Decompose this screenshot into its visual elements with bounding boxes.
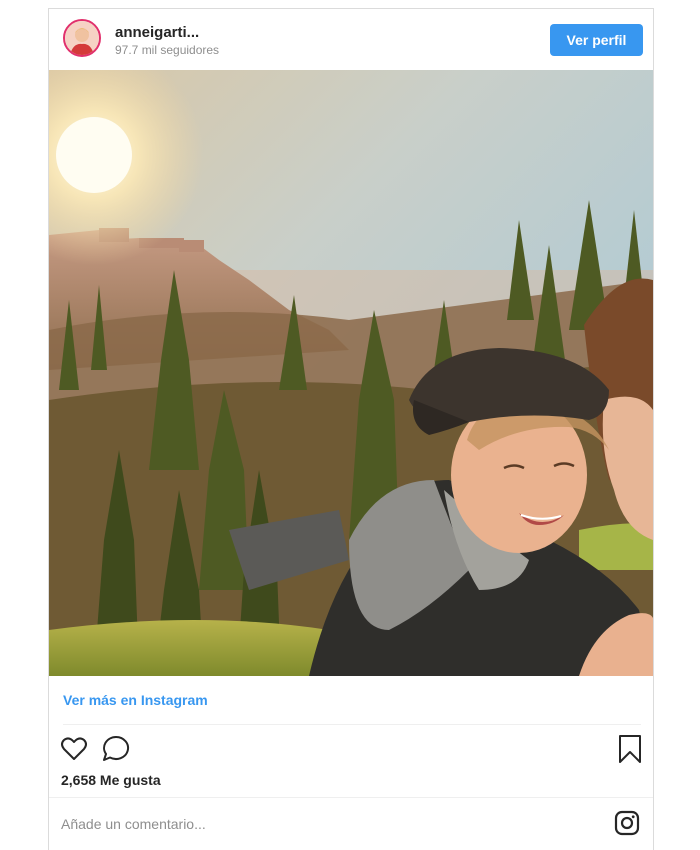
post-header: anneigarti... 97.7 mil seguidores Ver pe… <box>49 9 653 71</box>
view-profile-button[interactable]: Ver perfil <box>550 24 643 56</box>
comment-bubble-icon[interactable] <box>101 734 131 764</box>
post-photo[interactable] <box>49 70 653 676</box>
bookmark-icon[interactable] <box>615 734 645 764</box>
instagram-logo-icon[interactable] <box>614 810 640 836</box>
comment-input[interactable]: Añade un comentario... <box>61 816 206 832</box>
divider <box>49 797 653 798</box>
instagram-embed-card: anneigarti... 97.7 mil seguidores Ver pe… <box>48 8 654 850</box>
view-more-on-instagram-link[interactable]: Ver más en Instagram <box>63 692 208 708</box>
avatar[interactable] <box>63 19 101 57</box>
post-actions <box>49 734 653 766</box>
follower-count: 97.7 mil seguidores <box>115 43 220 57</box>
username[interactable]: anneigarti... <box>115 24 199 41</box>
heart-icon[interactable] <box>59 734 89 764</box>
divider <box>63 724 641 725</box>
like-count[interactable]: 2,658 Me gusta <box>61 772 161 788</box>
